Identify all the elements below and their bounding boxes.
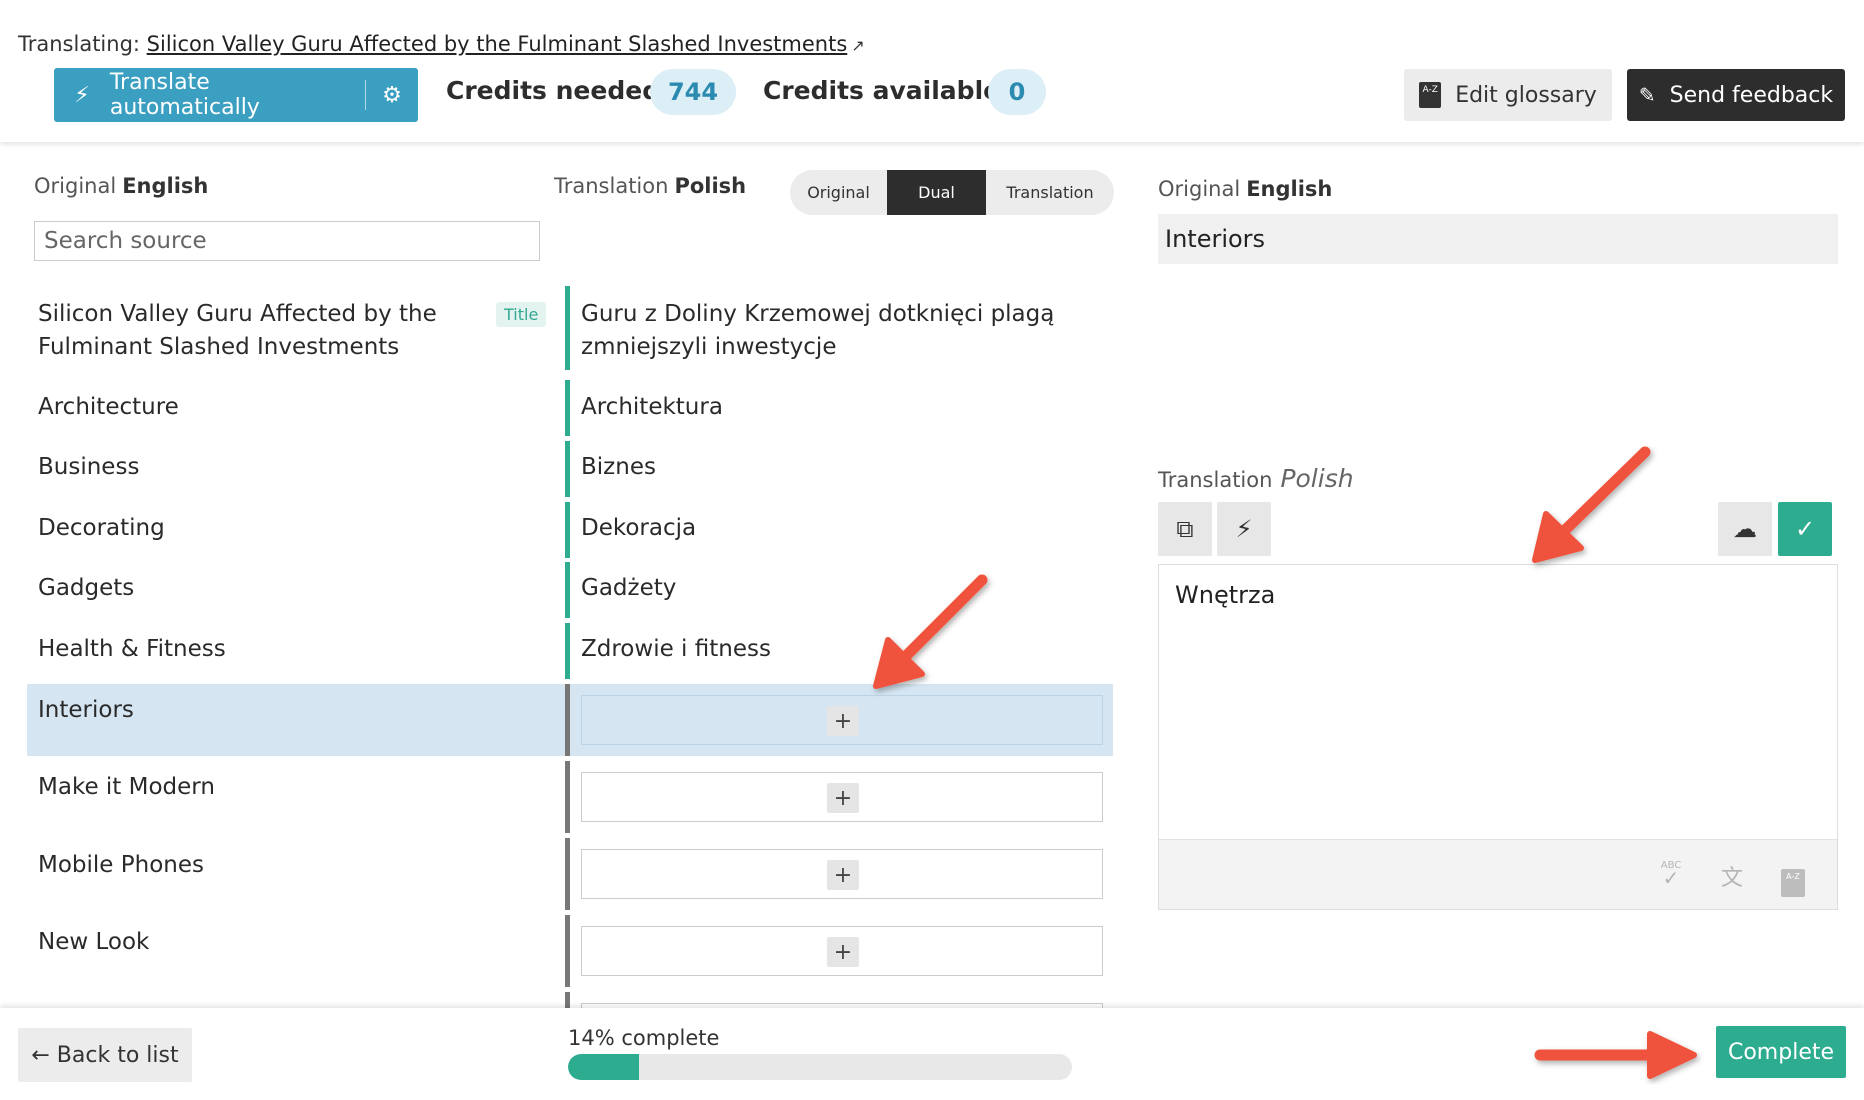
segment-row[interactable] [27, 992, 1113, 1013]
translate-automatically-button[interactable]: ⚡ Translate automatically ⚙ [54, 68, 418, 122]
bottom-bar: ← Back to list 14% complete Complete [0, 1008, 1864, 1100]
segment-row[interactable]: Health & Fitness Zdrowie i fitness [27, 623, 1113, 679]
segment-source: Architecture [38, 394, 179, 420]
segment-row[interactable]: Make it Modern + [27, 761, 1113, 833]
add-translation-button[interactable]: + [827, 937, 859, 967]
segment-source: Decorating [38, 515, 165, 541]
editor-original-label: Original [1158, 177, 1241, 201]
confirm-translation-button[interactable]: ✓ [1778, 502, 1832, 556]
segment-row[interactable]: New Look + [27, 915, 1113, 987]
segment-status-bar [565, 684, 570, 756]
credits-available-badge: 0 [988, 69, 1046, 115]
gear-icon[interactable]: ⚙ [366, 83, 418, 108]
segment-translation: Dekoracja [581, 515, 697, 541]
segment-translation: Guru z Doliny Krzemowej dotknięci plagą … [581, 301, 1055, 360]
segment-row[interactable]: Gadgets Gadżety [27, 562, 1113, 618]
segment-source: Health & Fitness [38, 636, 226, 662]
send-feedback-button[interactable]: ✎ Send feedback [1627, 69, 1845, 121]
lightning-icon: ⚡ [74, 82, 90, 108]
segment-translation: Biznes [581, 454, 656, 480]
machine-translate-button[interactable]: ⚡ [1217, 502, 1271, 556]
segment-source: Interiors [38, 697, 134, 723]
segment-source: Gadgets [38, 575, 135, 601]
credits-available-label: Credits available [763, 76, 1001, 105]
complete-button[interactable]: Complete [1716, 1026, 1846, 1078]
translating-line: Translating: Silicon Valley Guru Affecte… [18, 32, 865, 56]
translating-label: Translating: [18, 32, 140, 56]
segment-status-bar [565, 441, 570, 497]
title-badge: Title [496, 302, 547, 327]
segment-translation: Gadżety [581, 575, 677, 601]
checkmark-icon: ✓ [1794, 515, 1816, 543]
progress-bar [568, 1054, 1072, 1080]
empty-translation-box[interactable]: + [581, 849, 1103, 899]
segment-row[interactable]: Business Biznes [27, 441, 1113, 497]
segment-status-bar [565, 992, 570, 1008]
segment-status-bar [565, 286, 570, 370]
segment-status-bar [565, 838, 570, 910]
segment-status-bar [565, 623, 570, 679]
segment-source: Mobile Phones [38, 852, 204, 878]
empty-translation-box[interactable]: + [581, 695, 1103, 745]
segment-status-bar [565, 380, 570, 436]
add-translation-button[interactable]: + [827, 783, 859, 813]
edit-glossary-label: Edit glossary [1455, 82, 1597, 108]
segment-source: Make it Modern [38, 774, 215, 800]
editor-translation-header: Translation Polish [1158, 464, 1354, 493]
editor-translation-label: Translation [1158, 468, 1273, 492]
glossary-lookup-icon-text: A-Z [1781, 869, 1805, 897]
translate-automatically-label: Translate automatically [109, 70, 260, 120]
arrow-to-editor [1532, 446, 1651, 563]
translation-editor-text[interactable]: Wnętrza [1175, 581, 1275, 609]
editor-original-language: English [1246, 177, 1333, 201]
send-feedback-label: Send feedback [1669, 82, 1834, 108]
save-draft-button[interactable]: ☁ [1718, 502, 1772, 556]
segment-row[interactable]: Mobile Phones + [27, 838, 1113, 910]
editor-footer-bar: ABC ✓ 文 A-Z [1159, 839, 1837, 909]
editor-translation-language: Polish [1280, 464, 1354, 493]
lightning-icon: ⚡ [1235, 515, 1253, 543]
segment-row[interactable]: Architecture Architektura [27, 380, 1113, 436]
copy-source-icon: ⧉ [1176, 515, 1194, 543]
segment-status-bar [565, 915, 570, 987]
credits-needed-label: Credits needed [446, 76, 661, 105]
top-toolbar: Translating: Silicon Valley Guru Affecte… [0, 0, 1864, 142]
translate-icon[interactable]: 文 [1716, 860, 1748, 892]
add-translation-button[interactable]: + [827, 706, 859, 736]
original-text-box: Interiors [1158, 214, 1838, 264]
spellcheck-icon[interactable]: ABC ✓ [1655, 860, 1687, 892]
progress-bar-fill [568, 1054, 639, 1080]
empty-translation-box[interactable]: + [581, 772, 1103, 822]
segment-source: Silicon Valley Guru Affected by the Fulm… [38, 301, 437, 360]
editor-original-header: Original English [1158, 177, 1332, 201]
glossary-lookup-icon[interactable]: A-Z [1777, 860, 1809, 897]
segment-status-bar [565, 502, 570, 558]
empty-translation-box[interactable]: + [581, 926, 1103, 976]
segment-list: Silicon Valley Guru Affected by the Fulm… [0, 0, 1130, 1100]
cloud-upload-icon: ☁ [1733, 515, 1757, 543]
segment-row-active[interactable]: Interiors + [27, 684, 1113, 756]
segment-row[interactable]: Decorating Dekoracja [27, 502, 1113, 558]
glossary-icon: A-Z [1419, 82, 1442, 108]
segment-status-bar [565, 562, 570, 618]
credits-needed-badge: 744 [650, 69, 736, 115]
segment-source: New Look [38, 929, 150, 955]
edit-glossary-button[interactable]: A-Z Edit glossary [1404, 69, 1612, 121]
progress-label: 14% complete [568, 1026, 720, 1050]
external-link-icon[interactable]: ↗ [851, 36, 864, 55]
segment-translation: Zdrowie i fitness [581, 636, 771, 662]
segment-translation: Architektura [581, 394, 723, 420]
add-translation-button[interactable]: + [827, 860, 859, 890]
pencil-icon: ✎ [1638, 83, 1656, 107]
article-title-link[interactable]: Silicon Valley Guru Affected by the Fulm… [147, 32, 848, 56]
segment-row[interactable]: Silicon Valley Guru Affected by the Fulm… [27, 286, 1113, 370]
segment-status-bar [565, 761, 570, 833]
translation-editor[interactable]: Wnętrza ABC ✓ 文 A-Z [1158, 564, 1838, 910]
back-to-list-button[interactable]: ← Back to list [18, 1028, 192, 1082]
segment-source: Business [38, 454, 140, 480]
copy-source-button[interactable]: ⧉ [1158, 502, 1212, 556]
